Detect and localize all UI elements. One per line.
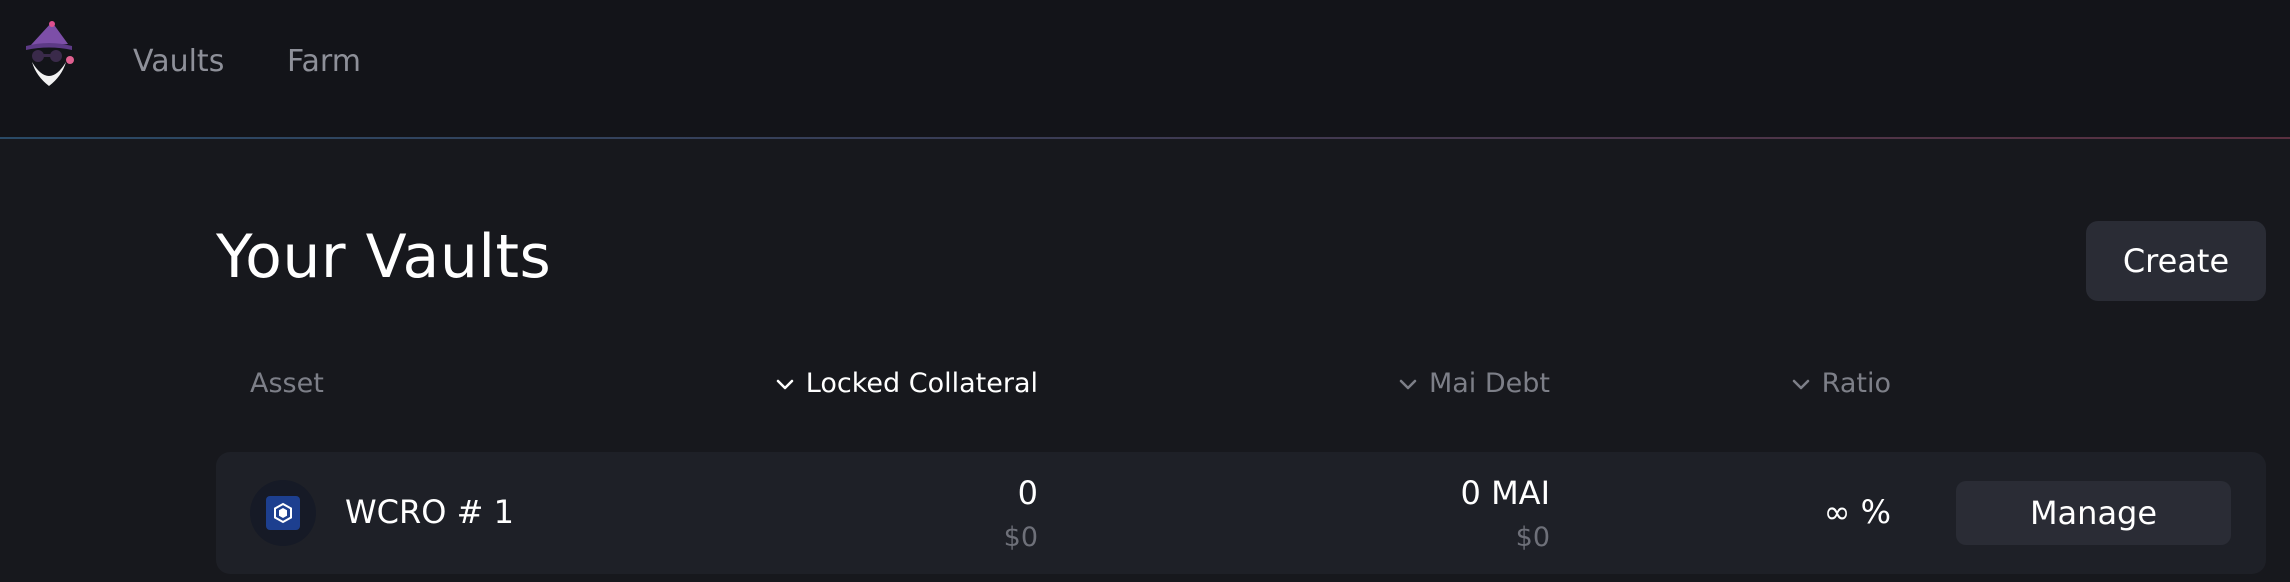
column-header-asset-label: Asset bbox=[250, 368, 324, 399]
page-title: Your Vaults bbox=[216, 222, 552, 292]
column-header-locked-collateral-label: Locked Collateral bbox=[805, 368, 1038, 399]
vault-asset-name: WCRO # 1 bbox=[345, 493, 514, 531]
column-header-ratio-label: Ratio bbox=[1821, 368, 1891, 399]
cronos-token-icon bbox=[266, 496, 300, 530]
column-header-ratio[interactable]: Ratio bbox=[1790, 368, 1891, 399]
chevron-down-icon bbox=[1792, 379, 1809, 389]
vault-ratio: ∞ % bbox=[1823, 493, 1891, 531]
wizard-logo-icon[interactable] bbox=[22, 20, 76, 88]
chevron-down-icon bbox=[1399, 379, 1417, 389]
asset-token-avatar bbox=[250, 480, 316, 546]
vault-mai-debt: 0 MAI bbox=[1460, 474, 1550, 512]
chevron-down-icon bbox=[776, 379, 794, 389]
manage-vault-button[interactable]: Manage bbox=[1956, 481, 2231, 545]
vault-mai-debt-usd: $0 bbox=[1515, 522, 1550, 553]
nav-vaults-link[interactable]: Vaults bbox=[133, 44, 224, 79]
vault-locked-collateral: 0 bbox=[1017, 474, 1038, 512]
topbar-divider bbox=[0, 137, 2290, 139]
create-vault-button[interactable]: Create bbox=[2086, 221, 2266, 301]
column-header-asset: Asset bbox=[250, 368, 324, 399]
column-header-mai-debt[interactable]: Mai Debt bbox=[1397, 368, 1550, 399]
column-header-mai-debt-label: Mai Debt bbox=[1428, 368, 1550, 399]
nav-farm-link[interactable]: Farm bbox=[287, 44, 361, 79]
vault-locked-collateral-usd: $0 bbox=[1003, 522, 1038, 553]
column-header-locked-collateral[interactable]: Locked Collateral bbox=[774, 368, 1038, 399]
